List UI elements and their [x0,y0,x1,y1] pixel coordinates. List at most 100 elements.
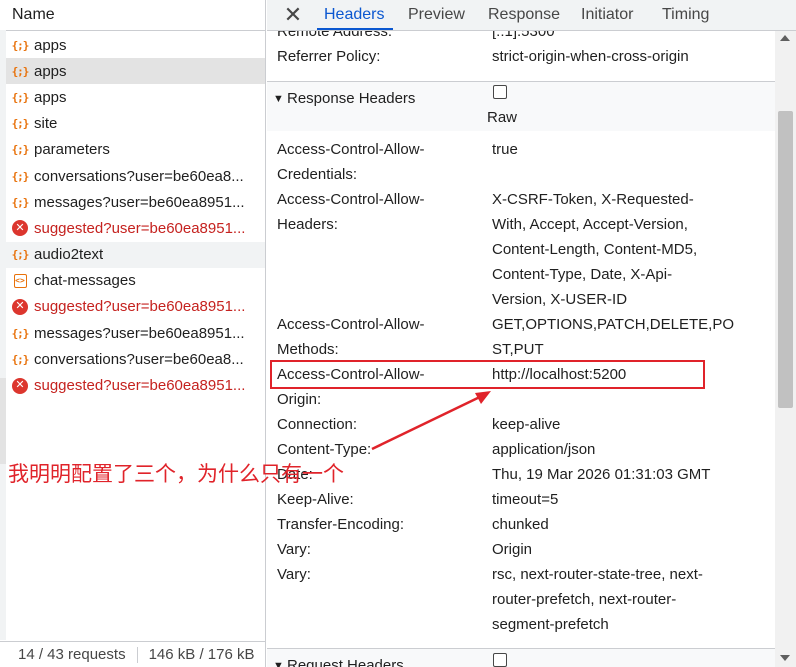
request-row[interactable]: <> chat-messages [6,268,265,294]
scroll-down-icon[interactable] [780,655,790,661]
json-icon: {;} [11,195,30,209]
request-row[interactable]: {;} site [6,111,265,137]
status-bar: 14 / 43 requests 146 kB / 176 kB [0,641,265,667]
requests-panel: Name {;} apps {;} apps {;} apps {;} site {;} para… [0,0,266,667]
header-name: Access-Control-Allow- [277,141,425,158]
json-icon: {;} [11,326,30,340]
header-value: X-CSRF-Token, X-Requested- [492,191,694,208]
expand-triangle-icon[interactable]: ▼ [273,660,284,667]
request-name: chat-messages [34,272,136,290]
name-column-header[interactable]: Name [0,0,265,31]
request-row[interactable]: ✕ suggested?user=be60ea8951... [6,294,265,320]
request-name: apps [34,36,67,54]
referrer-policy-label: Referrer Policy: [277,48,381,65]
request-row[interactable]: ✕ suggested?user=be60ea8951... [6,372,265,398]
raw-checkbox[interactable] [493,85,507,99]
request-row[interactable]: {;} apps [6,84,265,110]
request-row[interactable]: {;} apps [6,58,265,85]
request-name: conversations?user=be60ea8... [34,350,244,368]
header-value: rsc, next-router-state-tree, next- [492,566,703,583]
header-value: chunked [492,516,549,533]
active-tab-indicator [317,28,393,30]
header-value: timeout=5 [492,491,559,508]
error-icon: ✕ [12,377,28,394]
headers-content: Remote Address: [::1]:5300 Referrer Poli… [267,31,775,667]
header-value: true [492,141,518,158]
header-value: router-prefetch, next-router- [492,591,677,608]
request-row[interactable]: ✕ suggested?user=be60ea8951... [6,215,265,241]
name-header-label: Name [12,6,55,23]
request-name: parameters [34,141,110,159]
header-value: ST,PUT [492,341,544,358]
request-name: messages?user=be60ea8951... [34,324,245,342]
transferred-size: 146 kB / 176 kB [148,646,255,663]
remote-address-label: Remote Address: [277,31,393,40]
json-icon: {;} [11,248,30,262]
expand-triangle-icon[interactable]: ▼ [273,93,284,105]
header-name: Access-Control-Allow- [277,191,425,208]
header-name: Vary: [277,541,311,558]
header-value: segment-prefetch [492,616,609,633]
header-value: GET,OPTIONS,PATCH,DELETE,PO [492,316,734,333]
json-icon: {;} [11,143,30,157]
header-value: Content-Length, Content-MD5, [492,241,698,258]
remote-address-value: [::1]:5300 [492,31,555,40]
header-value: Version, X-USER-ID [492,291,628,308]
request-row[interactable]: {;} audio2text [6,241,265,268]
request-row[interactable]: {;} apps [6,32,265,58]
header-name: Content-Type: [277,441,372,458]
document-icon: <> [12,273,28,289]
request-name: suggested?user=be60ea8951... [34,377,246,395]
raw-label: Raw [487,109,518,126]
tab-preview[interactable]: Preview [408,6,465,24]
scroll-up-icon[interactable] [780,35,790,41]
request-name: apps [34,88,67,106]
raw-checkbox[interactable] [493,653,507,667]
tab-initiator[interactable]: Initiator [581,6,633,24]
json-icon: {;} [11,90,30,104]
request-name: suggested?user=be60ea8951... [34,298,246,316]
close-icon[interactable]: ✕ [281,3,305,27]
header-value: With, Accept, Accept-Version, [492,216,688,233]
request-row[interactable]: {;} messages?user=be60ea8951... [6,320,265,346]
header-value: Content-Type, Date, X-Api- [492,266,673,283]
tab-headers[interactable]: Headers [324,6,384,24]
scroll-thumb[interactable] [778,111,793,408]
error-icon: ✕ [12,220,28,237]
request-row[interactable]: {;} conversations?user=be60ea8... [6,163,265,189]
status-divider [136,646,138,663]
json-icon: {;} [11,38,30,52]
request-row[interactable]: {;} conversations?user=be60ea8... [6,346,265,372]
tab-timing[interactable]: Timing [662,6,709,24]
header-name: Headers: [277,216,338,233]
response-headers-title: Response Headers [287,90,416,107]
header-name: Methods: [277,341,339,358]
request-list: {;} apps {;} apps {;} apps {;} site {;} parameter… [6,32,265,399]
header-value: Origin [492,541,533,558]
vertical-scrollbar[interactable] [775,31,796,667]
header-value: application/json [492,441,596,458]
header-value: http://localhost:5200 [492,366,627,383]
header-name: Access-Control-Allow- [277,366,425,383]
request-row[interactable]: {;} parameters [6,137,265,163]
json-icon: {;} [11,117,30,131]
request-name: messages?user=be60ea8951... [34,193,245,211]
header-name: Credentials: [277,166,358,183]
json-icon: {;} [11,169,30,183]
referrer-policy-value: strict-origin-when-cross-origin [492,48,689,65]
header-name: Origin: [277,391,322,408]
request-name: site [34,115,58,133]
details-tab-bar: ✕ Headers Preview Response Initiator Tim… [267,0,796,31]
request-name: suggested?user=be60ea8951... [34,219,246,237]
header-name: Connection: [277,416,358,433]
tab-response[interactable]: Response [488,6,560,24]
annotation-text: 我明明配置了三个，为什么只有一个 [8,462,344,486]
response-headers-section[interactable]: ▼ Response Headers Raw [267,81,775,131]
request-row[interactable]: {;} messages?user=be60ea8951... [6,189,265,215]
request-name: apps [34,62,67,80]
request-headers-section[interactable]: ▼ Request Headers [267,648,775,667]
header-name: Access-Control-Allow- [277,316,425,333]
header-name: Keep-Alive: [277,491,354,508]
header-name: Transfer-Encoding: [277,516,405,533]
request-details-panel: ✕ Headers Preview Response Initiator Tim… [267,0,796,667]
